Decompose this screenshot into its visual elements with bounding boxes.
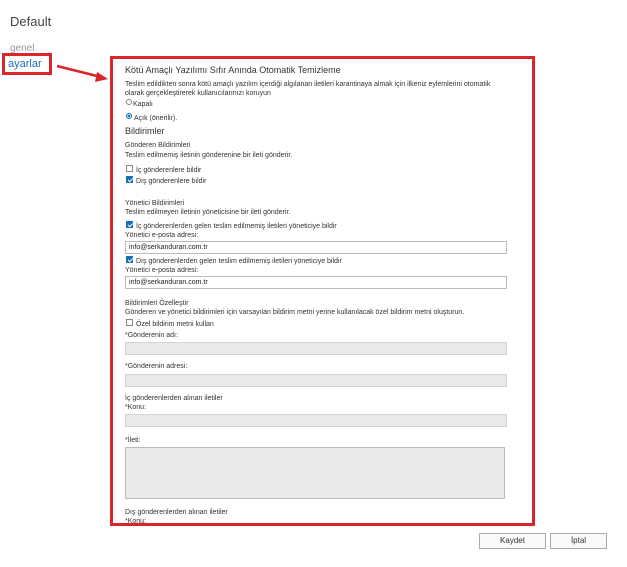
external-messages-heading: Dış gönderenlerden alınan iletiler (125, 509, 228, 516)
admin-email-input-1[interactable]: info@serkanduran.com.tr (125, 241, 507, 254)
nav-item-ayarlar[interactable]: ayarlar (8, 58, 42, 70)
admin-email-label-1: Yönetici e-posta adresi: (125, 232, 199, 239)
sender-notifications-heading: Gönderen Bildirimleri (125, 142, 191, 149)
internal-messages-heading: İç gönderenlerden alınan iletiler (125, 395, 223, 402)
settings-panel: Kötü Amaçlı Yazılımı Sıfır Anında Otomat… (110, 56, 535, 526)
notifications-heading: Bildirimler (125, 126, 165, 136)
sender-name-label: *Gönderenin adı: (125, 332, 178, 339)
sender-name-input[interactable] (125, 342, 507, 355)
admin-internal-checkbox[interactable] (126, 221, 133, 228)
admin-email-label-2: Yönetici e-posta adresi: (125, 267, 199, 274)
subject-input-1[interactable] (125, 414, 507, 427)
subject-label-2: *Konu: (125, 518, 147, 525)
radio-off-label: Kapalı (133, 101, 153, 108)
radio-on-label: Açık (önerilir). (134, 115, 178, 122)
sender-address-label: *Gönderenin adresi: (125, 363, 188, 370)
notify-internal-label: İç gönderenlere bildir (136, 167, 202, 174)
admin-external-label: Dış gönderenlerden gelen teslim edilmemi… (136, 258, 342, 265)
notify-external-label: Dış gönderenlere bildir (136, 178, 207, 185)
page-title: Default (10, 14, 52, 29)
admin-email-input-2[interactable]: info@serkanduran.com.tr (125, 276, 507, 289)
radio-off[interactable] (126, 99, 132, 105)
message-label: *İleti: (125, 437, 141, 444)
customize-desc: Gönderen ve yönetici bildirimleri için v… (125, 309, 465, 316)
admin-notifications-desc: Teslim edilmeyen iletinin yöneticisine b… (125, 209, 291, 216)
admin-external-checkbox[interactable] (126, 256, 133, 263)
customize-heading: Bildirimleri Özelleştir (125, 300, 189, 307)
admin-internal-label: İç gönderenlerden gelen teslim edilmemiş… (136, 223, 337, 230)
section-description: Teslim edildikten sonra kötü amaçlı yazı… (125, 81, 491, 88)
sender-address-input[interactable] (125, 374, 507, 387)
cancel-button[interactable]: İptal (550, 533, 607, 549)
use-custom-checkbox[interactable] (126, 319, 133, 326)
save-button[interactable]: Kaydet (479, 533, 546, 549)
notify-internal-checkbox[interactable] (126, 165, 133, 172)
subject-label-1: *Konu: (125, 404, 147, 411)
use-custom-label: Özel bildirim metni kullan (136, 321, 214, 328)
section-description-2: olarak gerçekleştirerek kullanıcılarınız… (125, 90, 271, 97)
section-heading: Kötü Amaçlı Yazılımı Sıfır Anında Otomat… (125, 65, 341, 75)
arrow-icon (56, 64, 108, 82)
admin-notifications-heading: Yönetici Bildirimleri (125, 200, 185, 207)
sender-notifications-desc: Teslim edilmemiş iletinin gönderenine bi… (125, 152, 293, 159)
message-textarea[interactable] (125, 447, 505, 499)
radio-on[interactable] (126, 113, 132, 119)
notify-external-checkbox[interactable] (126, 176, 133, 183)
